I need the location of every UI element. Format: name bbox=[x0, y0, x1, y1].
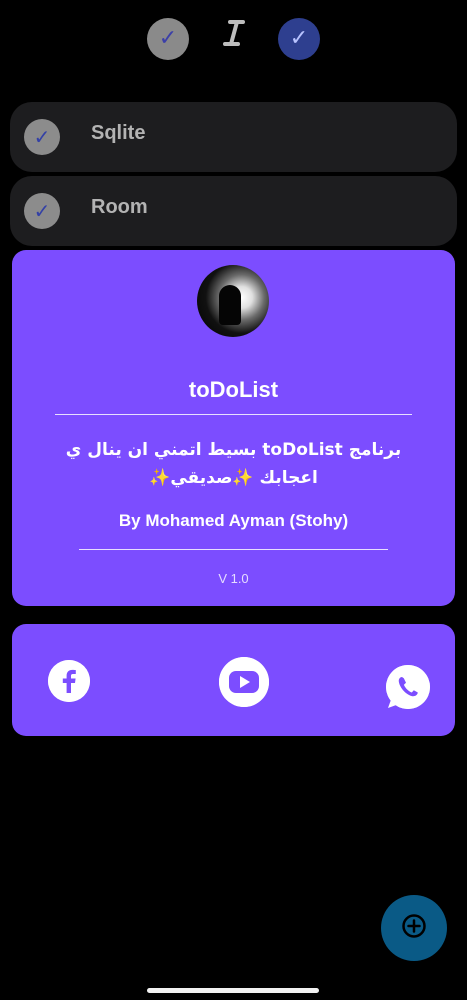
divider bbox=[55, 414, 412, 415]
top-toolbar: ✓ ✓ bbox=[0, 0, 467, 80]
check-icon[interactable]: ✓ bbox=[24, 119, 60, 155]
avatar bbox=[197, 265, 269, 337]
list-item-room[interactable]: ✓ Room bbox=[10, 176, 457, 246]
list-item-sqlite[interactable]: ✓ Sqlite bbox=[10, 102, 457, 172]
italic-icon[interactable] bbox=[222, 18, 246, 50]
version-label: V 1.0 bbox=[218, 571, 249, 586]
app-title: toDoList bbox=[188, 377, 279, 402]
list-item-label: Sqlite bbox=[91, 122, 146, 144]
check-icon[interactable]: ✓ bbox=[147, 18, 189, 60]
whatsapp-icon[interactable] bbox=[386, 665, 430, 709]
youtube-icon[interactable] bbox=[219, 657, 269, 707]
app-description: برنامج toDoList بسيط اتمني ان ينال ي اعج… bbox=[65, 440, 402, 488]
check-icon[interactable]: ✓ bbox=[24, 193, 60, 229]
check-filled-icon[interactable]: ✓ bbox=[278, 18, 320, 60]
add-circle-icon bbox=[401, 913, 427, 943]
divider bbox=[79, 549, 388, 550]
add-button[interactable] bbox=[381, 895, 447, 961]
facebook-icon[interactable] bbox=[48, 660, 90, 702]
author-credit: By Mohamed Ayman (Stohy) bbox=[118, 511, 349, 530]
list-item-label: Room bbox=[91, 196, 148, 218]
home-indicator[interactable] bbox=[147, 988, 319, 993]
